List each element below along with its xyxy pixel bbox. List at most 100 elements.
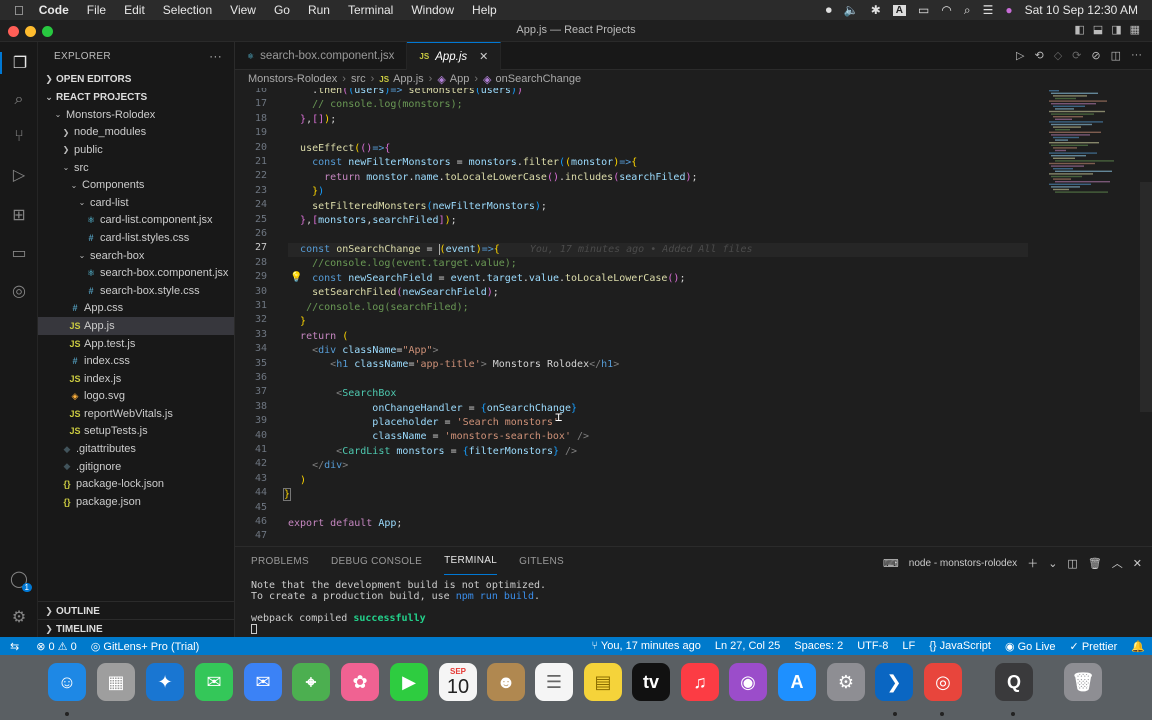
dock-notes-icon[interactable]: ▤	[584, 663, 622, 701]
remote-indicator-icon[interactable]: ⇆	[0, 640, 29, 653]
prettier-status[interactable]: ✓ Prettier	[1063, 640, 1125, 653]
dock-photos-icon[interactable]: ✿	[341, 663, 379, 701]
dock-safari-icon[interactable]: ✦	[146, 663, 184, 701]
gitlens-compare-icon[interactable]: ⊘	[1091, 49, 1100, 62]
dock-trash-icon[interactable]: 🗑	[1064, 663, 1102, 701]
battery-icon[interactable]: ▭	[918, 3, 929, 17]
dock-tv-icon[interactable]: tv	[632, 663, 670, 701]
tree-item[interactable]: JS reportWebVitals.js	[38, 405, 234, 423]
tab-debug-console[interactable]: DEBUG CONSOLE	[331, 547, 422, 575]
dock-maps-icon[interactable]: ⌖	[292, 663, 330, 701]
tree-item[interactable]: ⚛ search-box.component.jsx	[38, 264, 234, 282]
bluetooth-icon[interactable]: ✱	[871, 3, 881, 17]
toggle-secondary-sidebar-icon[interactable]: ◨	[1111, 23, 1121, 36]
volume-icon[interactable]: 🔈	[844, 3, 859, 17]
tab-gitlens[interactable]: GITLENS	[519, 547, 564, 575]
control-center-icon[interactable]: ☰	[983, 3, 994, 17]
dock-launchpad-icon[interactable]: ▦	[97, 663, 135, 701]
language-mode[interactable]: {} JavaScript	[922, 640, 998, 653]
terminal-name[interactable]: node - monstors-rolodex	[909, 558, 1017, 569]
breadcrumb-component[interactable]: App	[450, 73, 470, 85]
problems-status[interactable]: ⊗ 0 ⚠ 0	[29, 640, 84, 653]
dock-podcasts-icon[interactable]: ◉	[729, 663, 767, 701]
menu-edit[interactable]: Edit	[115, 3, 154, 17]
terminal-cursor[interactable]	[251, 624, 257, 634]
code-editor[interactable]: 16 17 18 19 20 21 22 23 24 25 26 27 28 29 30 31 32 33 34 35…	[235, 88, 1035, 546]
split-terminal-icon[interactable]: ◫	[1067, 557, 1077, 570]
tree-item[interactable]: JS index.js	[38, 370, 234, 388]
tree-item[interactable]: ◆ .gitignore	[38, 458, 234, 476]
remote-explorer-icon[interactable]: ▭	[8, 242, 30, 264]
gitlens-icon[interactable]: ◎	[8, 280, 30, 302]
more-editor-actions-icon[interactable]: ···	[1131, 49, 1142, 62]
dock-calendar-icon[interactable]: SEP 10	[439, 663, 477, 701]
tree-item[interactable]: ◆ .gitattributes	[38, 440, 234, 458]
tree-item[interactable]: # search-box.style.css	[38, 282, 234, 300]
breadcrumb-folder[interactable]: Monstors-Rolodex	[248, 73, 337, 85]
split-editor-icon[interactable]: ◫	[1111, 49, 1121, 62]
terminal-dropdown-icon[interactable]: ⌄	[1048, 557, 1057, 570]
spotlight-search-icon[interactable]: ⌕	[964, 3, 971, 18]
kill-terminal-icon[interactable]: 🗑	[1088, 557, 1102, 570]
dock-vscode-icon[interactable]: ❯	[875, 663, 913, 701]
menu-run[interactable]: Run	[299, 3, 339, 17]
project-section[interactable]: ⌄ REACT PROJECTS	[38, 88, 234, 106]
wifi-icon[interactable]: ◠	[941, 3, 951, 17]
tree-item[interactable]: ❯ node_modules	[38, 124, 234, 142]
search-icon[interactable]: ⌕	[8, 89, 30, 111]
more-actions-icon[interactable]: ···	[209, 49, 222, 63]
close-tab-icon[interactable]: ✕	[479, 50, 488, 63]
breadcrumb-file[interactable]: App.js	[393, 73, 424, 85]
menu-app-name[interactable]: Code	[30, 3, 78, 17]
cursor-position[interactable]: Ln 27, Col 25	[708, 640, 787, 653]
npm-build-link[interactable]: npm run build	[456, 591, 534, 602]
run-debug-icon[interactable]: ▷	[8, 164, 30, 186]
gitlens-status[interactable]: ◎ GitLens+ Pro (Trial)	[84, 640, 207, 653]
menu-window[interactable]: Window	[402, 3, 463, 17]
tree-item[interactable]: # App.css	[38, 300, 234, 318]
dock-messages-icon[interactable]: ✉	[195, 663, 233, 701]
input-source-icon[interactable]: A	[892, 4, 906, 16]
new-terminal-icon[interactable]: ＋	[1027, 555, 1038, 571]
siri-icon[interactable]: ●	[1005, 3, 1012, 17]
run-icon[interactable]: ▷	[1016, 49, 1024, 62]
dock-finder-icon[interactable]: ☺	[48, 663, 86, 701]
explorer-icon[interactable]: ❐	[0, 52, 38, 74]
breadcrumb-src[interactable]: src	[351, 73, 366, 85]
tree-item[interactable]: # card-list.styles.css	[38, 229, 234, 247]
go-live-button[interactable]: ◉ Go Live	[998, 640, 1063, 653]
tree-item[interactable]: ⌄ search-box	[38, 247, 234, 265]
tab-terminal[interactable]: TERMINAL	[444, 547, 498, 575]
menu-terminal[interactable]: Terminal	[339, 3, 402, 17]
tree-item[interactable]: JS App.test.js	[38, 335, 234, 353]
outline-section[interactable]: ❯ OUTLINE	[38, 602, 234, 620]
dock-app-store-icon[interactable]: A	[778, 663, 816, 701]
dock-system-preferences-icon[interactable]: ⚙	[827, 663, 865, 701]
tree-item[interactable]: ⚛ card-list.component.jsx	[38, 212, 234, 230]
tab-problems[interactable]: PROBLEMS	[251, 547, 309, 575]
editor-scrollbar[interactable]	[1140, 182, 1152, 412]
dock-music-icon[interactable]: ♫	[681, 663, 719, 701]
dock-quicktime-icon[interactable]: Q	[995, 663, 1033, 701]
previous-change-icon[interactable]: ◇	[1054, 49, 1062, 62]
tree-item[interactable]: ⌄ card-list	[38, 194, 234, 212]
menu-selection[interactable]: Selection	[154, 3, 221, 17]
timeline-section[interactable]: ❯ TIMELINE	[38, 620, 234, 637]
tree-item[interactable]: ⌄ Monstors-Rolodex	[38, 106, 234, 124]
close-panel-icon[interactable]: ✕	[1133, 557, 1142, 570]
dock-reminders-icon[interactable]: ☰	[535, 663, 573, 701]
dock-chrome-icon[interactable]: ◎	[924, 663, 962, 701]
encoding-status[interactable]: UTF-8	[850, 640, 895, 653]
tree-item[interactable]: ◈ logo.svg	[38, 388, 234, 406]
tree-item[interactable]: {} package.json	[38, 493, 234, 511]
open-editors-section[interactable]: ❯ OPEN EDITORS	[38, 70, 234, 88]
eol-status[interactable]: LF	[895, 640, 922, 653]
source-control-icon[interactable]: ⑂	[8, 126, 30, 148]
accounts-icon[interactable]: ◯ 1	[8, 568, 32, 592]
menu-file[interactable]: File	[78, 3, 115, 17]
manage-gear-icon[interactable]: ⚙	[8, 606, 30, 628]
menu-help[interactable]: Help	[463, 3, 506, 17]
open-changes-icon[interactable]: ⟲	[1034, 49, 1043, 62]
breadcrumb-function[interactable]: onSearchChange	[496, 73, 582, 85]
lightbulb-icon[interactable]: 💡	[290, 272, 302, 283]
